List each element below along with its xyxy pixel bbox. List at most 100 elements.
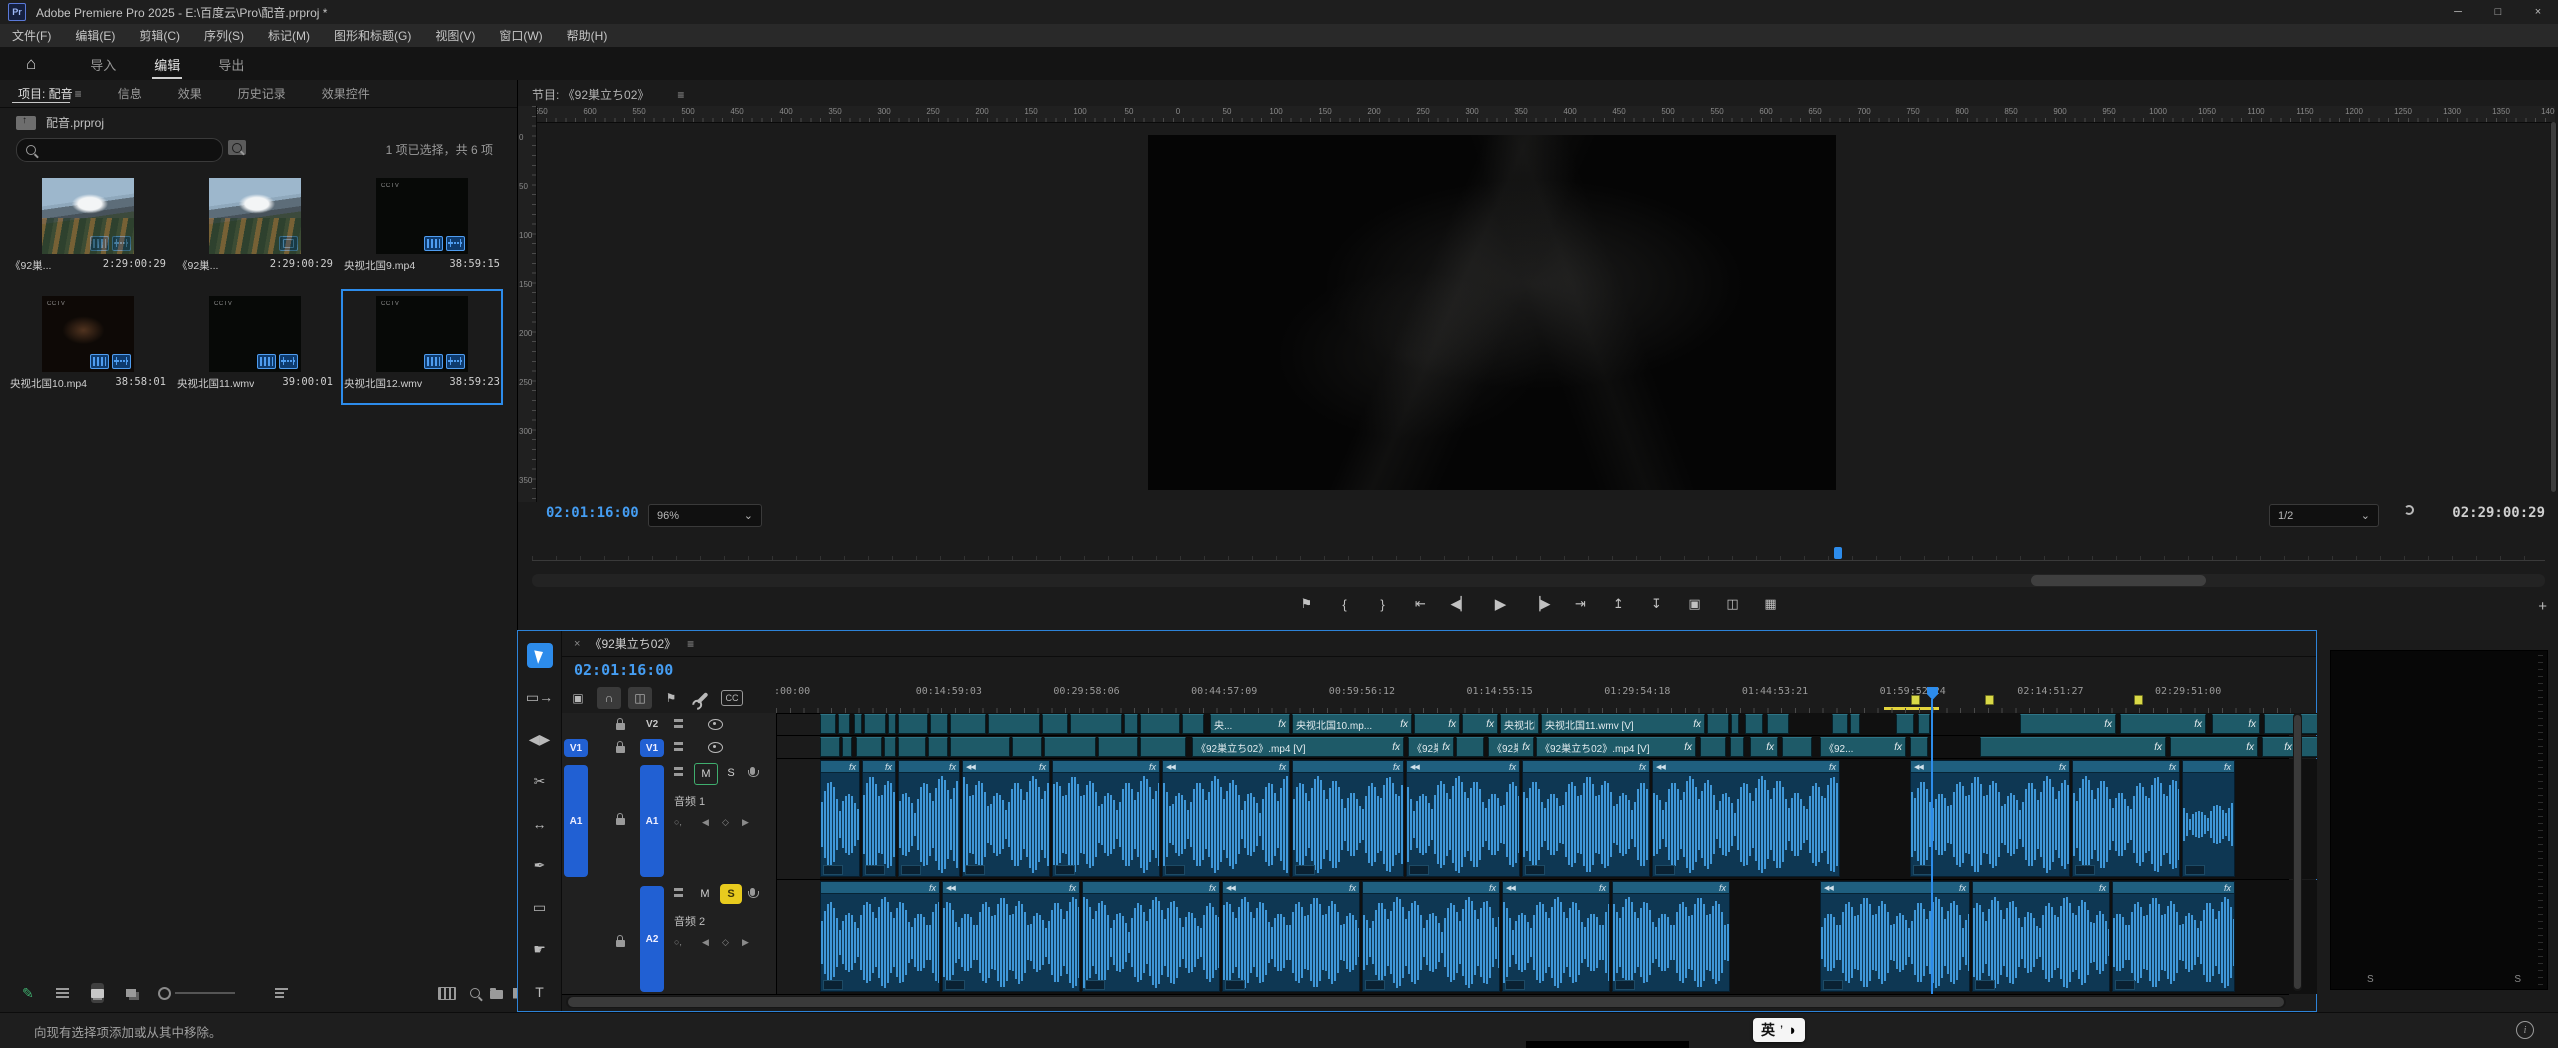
a2-prev-keyframe-icon[interactable]: ◀ xyxy=(702,937,709,948)
a2-mute-button[interactable]: M xyxy=(694,884,716,904)
audio-clip[interactable]: fx xyxy=(1362,881,1500,992)
new-bin-button[interactable] xyxy=(490,983,503,1003)
rectangle-tool[interactable]: ▭ xyxy=(527,895,553,920)
a1-keyframe-toggle-icon[interactable]: ○, xyxy=(674,817,682,827)
ripple-edit-tool[interactable]: ◀▶ xyxy=(527,727,553,752)
a2-add-keyframe-icon[interactable]: ◇ xyxy=(722,937,729,948)
comparison-view-button[interactable]: ◫ xyxy=(1725,596,1741,612)
menu-item[interactable]: 文件(F) xyxy=(0,27,63,44)
a2-keyframe-toggle-icon[interactable]: ○, xyxy=(674,937,682,947)
audio-clip[interactable]: fx xyxy=(2182,760,2235,877)
timeline-horizontal-scrollbar[interactable] xyxy=(566,996,2286,1008)
video-clip[interactable]: 央视北国11.wmv [V]fx xyxy=(1541,714,1705,734)
audio-clip[interactable]: ◀◀fx xyxy=(1820,881,1970,992)
mark-out-button[interactable]: } xyxy=(1375,597,1391,612)
video-clip[interactable] xyxy=(820,714,836,734)
video-clip[interactable]: 《92巣立ち02》.mp4 [V]fx xyxy=(1192,737,1404,757)
automate-to-sequence-button[interactable] xyxy=(438,983,456,1003)
video-clip[interactable] xyxy=(838,714,850,734)
project-writable-icon[interactable]: ✎ xyxy=(22,983,34,1003)
close-button[interactable]: × xyxy=(2518,0,2558,24)
video-clip[interactable] xyxy=(1730,737,1744,757)
a2-sync-icon[interactable] xyxy=(674,888,685,898)
a2-next-keyframe-icon[interactable]: ▶ xyxy=(742,937,749,948)
timeline-tab[interactable]: 《92巣立ち02》 xyxy=(589,635,676,652)
video-clip[interactable] xyxy=(898,737,926,757)
menu-item[interactable]: 图形和标题(G) xyxy=(322,27,423,44)
menu-item[interactable]: 标记(M) xyxy=(256,27,322,44)
meter-solo-left-button[interactable]: S xyxy=(2367,974,2374,985)
panel-tab[interactable]: 信息 xyxy=(100,80,160,107)
insert-overwrite-sequence-toggle[interactable]: ▣ xyxy=(566,687,590,709)
add-marker-button[interactable]: ⚑ xyxy=(1299,596,1315,612)
video-clip[interactable] xyxy=(842,737,852,757)
audio-meter-display[interactable]: S S xyxy=(2330,650,2548,990)
v2-toggle-visibility-icon[interactable] xyxy=(708,719,723,730)
audio-clip[interactable]: fx xyxy=(1292,760,1404,877)
monitor-playhead-marker[interactable] xyxy=(1834,547,1842,559)
audio-clip[interactable]: fx xyxy=(1082,881,1220,992)
export-frame-button[interactable]: ▣ xyxy=(1687,596,1703,612)
maximize-button[interactable]: □ xyxy=(2478,0,2518,24)
video-clip[interactable] xyxy=(1850,714,1860,734)
monitor-vertical-scrollbar[interactable] xyxy=(2550,122,2557,492)
a1-target-toggle[interactable]: A1 xyxy=(640,765,664,877)
video-clip[interactable] xyxy=(1182,714,1204,734)
timeline-panel-menu-icon[interactable]: ≡ xyxy=(687,637,694,651)
v1-toggle-visibility-icon[interactable] xyxy=(708,742,723,753)
project-item[interactable]: 《92巣...2:29:00:29 xyxy=(175,172,335,286)
search-bin-icon[interactable] xyxy=(228,140,246,155)
audio-clip[interactable]: ◀◀fx xyxy=(1502,881,1610,992)
menu-item[interactable]: 剪辑(C) xyxy=(127,27,192,44)
sequence-marker[interactable] xyxy=(1911,695,1920,705)
workspace-tab-导入[interactable]: 导入 xyxy=(78,49,128,79)
monitor-horizontal-scrollbar[interactable] xyxy=(532,574,2545,587)
menu-item[interactable]: 窗口(W) xyxy=(487,27,554,44)
type-tool[interactable]: T xyxy=(527,979,553,1004)
a1-track-name[interactable]: 音频 1 xyxy=(674,793,705,809)
zoom-level-dropdown[interactable]: 96%⌄ xyxy=(648,504,762,527)
audio-clip[interactable]: fx xyxy=(2072,760,2180,877)
menu-item[interactable]: 序列(S) xyxy=(192,27,256,44)
a1-voiceover-mic-icon[interactable] xyxy=(750,767,755,775)
menu-item[interactable]: 视图(V) xyxy=(423,27,487,44)
timeline-timecode[interactable]: 02:01:16:00 xyxy=(574,661,673,679)
timeline-playhead[interactable] xyxy=(1931,699,1933,994)
video-clip[interactable] xyxy=(898,714,928,734)
video-clip[interactable]: fx xyxy=(2212,714,2260,734)
step-back-button[interactable]: ◀▏ xyxy=(1451,596,1471,612)
freeform-view-button[interactable] xyxy=(126,983,136,1003)
step-forward-button[interactable]: ▕▶ xyxy=(1531,596,1551,612)
panel-tab[interactable]: 效果控件 xyxy=(304,80,388,107)
video-clip[interactable] xyxy=(1767,714,1789,734)
add-marker-button[interactable]: ⚑ xyxy=(659,687,683,709)
monitor-scrollbar-thumb[interactable] xyxy=(2031,575,2206,586)
video-clip[interactable] xyxy=(1140,714,1180,734)
a1-next-keyframe-icon[interactable]: ▶ xyxy=(742,817,749,828)
video-clip[interactable] xyxy=(1910,737,1928,757)
audio-clip[interactable]: fx xyxy=(820,760,860,877)
video-clip[interactable] xyxy=(1832,714,1848,734)
a2-voiceover-mic-icon[interactable] xyxy=(750,888,755,896)
audio-clip[interactable]: ◀◀fx xyxy=(1910,760,2070,877)
linked-selection-toggle[interactable]: ◫ xyxy=(628,687,652,709)
minimize-button[interactable]: ─ xyxy=(2438,0,2478,24)
video-clip[interactable]: 《92巣立ち02》.mp4 [V]fx xyxy=(1536,737,1696,757)
video-clip[interactable] xyxy=(854,714,862,734)
project-item[interactable]: CCTV央视北国12.wmv38:59:23 xyxy=(342,290,502,404)
video-clip[interactable] xyxy=(1042,714,1068,734)
go-to-in-button[interactable]: ⇤ xyxy=(1413,596,1429,612)
pen-tool[interactable]: ✒ xyxy=(527,853,553,878)
a1-mute-button[interactable]: M xyxy=(694,763,718,785)
panel-menu-icon[interactable]: ≡ xyxy=(677,88,684,102)
video-clip[interactable] xyxy=(1044,737,1096,757)
a1-solo-button[interactable]: S xyxy=(720,763,742,783)
video-clip[interactable]: 《92巣立ち...fx xyxy=(1408,737,1454,757)
video-clip[interactable] xyxy=(1731,714,1739,734)
video-clip[interactable] xyxy=(988,714,1040,734)
video-clip[interactable] xyxy=(950,737,1010,757)
video-clip[interactable] xyxy=(1070,714,1122,734)
video-clip[interactable] xyxy=(1012,737,1042,757)
mark-in-button[interactable]: { xyxy=(1337,597,1353,612)
menu-item[interactable]: 帮助(H) xyxy=(555,27,620,44)
